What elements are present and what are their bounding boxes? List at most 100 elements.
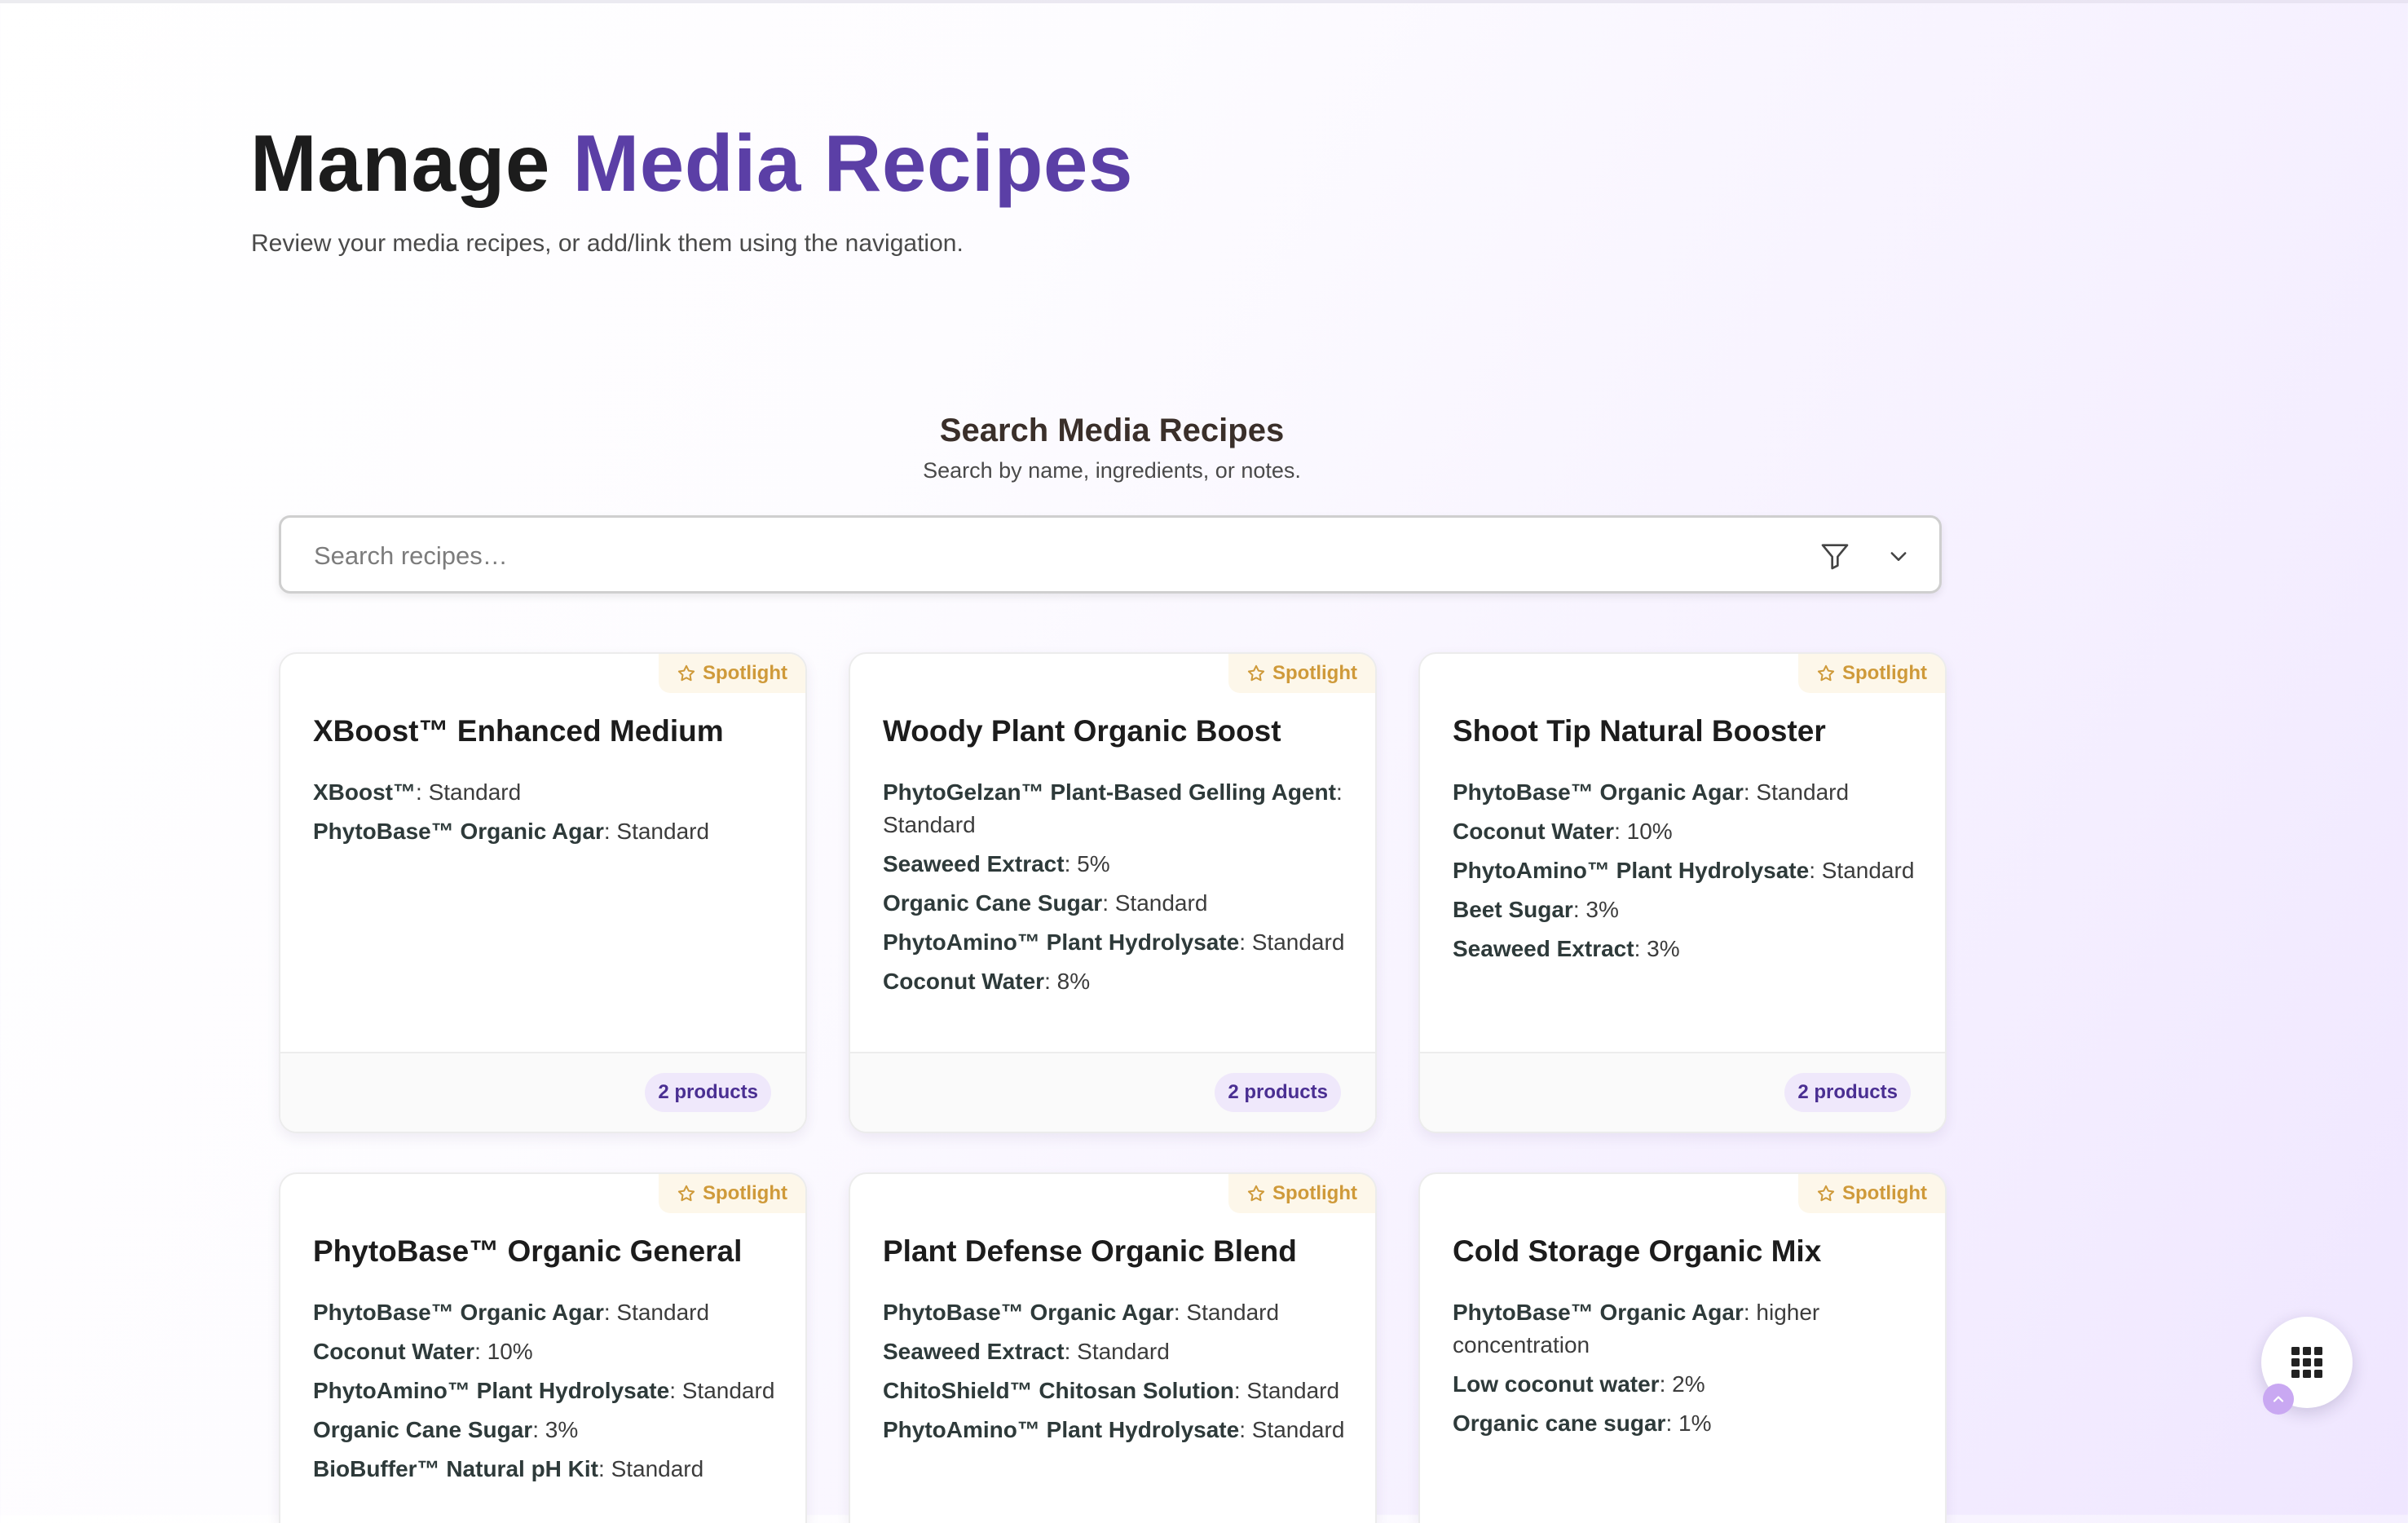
ingredient-separator: : — [1044, 969, 1057, 994]
ingredient-amount: 10% — [487, 1339, 533, 1364]
ingredient-separator: : — [1102, 890, 1115, 916]
ingredient-name: Coconut Water — [313, 1339, 475, 1364]
ingredient-amount: Standard — [1077, 1339, 1170, 1364]
spotlight-label: Spotlight — [1272, 662, 1357, 684]
ingredient-amount: Standard — [1246, 1378, 1340, 1403]
recipe-title[interactable]: Shoot Tip Natural Booster — [1453, 714, 1826, 748]
star-outline-icon — [1247, 1185, 1265, 1202]
ingredient-item: PhytoAmino™ Plant Hydrolysate: Standard — [883, 1414, 1356, 1446]
page-title-main: Manage — [250, 118, 550, 208]
ingredient-item: PhytoBase™ Organic Agar: Standard — [1453, 776, 1925, 809]
ingredient-amount: Standard — [1114, 890, 1208, 916]
ingredient-separator: : — [603, 1300, 617, 1325]
ingredient-name: PhytoBase™ Organic Agar — [313, 819, 604, 844]
recipe-title[interactable]: Woody Plant Organic Boost — [883, 714, 1281, 748]
ingredient-amount: Standard — [616, 819, 710, 844]
products-count-badge[interactable]: 2 products — [1784, 1073, 1911, 1112]
ingredient-separator: : — [1239, 929, 1252, 955]
recipe-title[interactable]: PhytoBase™ Organic General — [313, 1234, 742, 1269]
ingredient-separator: : — [1665, 1410, 1678, 1436]
ingredient-amount: Standard — [1756, 779, 1850, 805]
ingredient-item: XBoost™: Standard — [313, 776, 786, 809]
products-count-badge[interactable]: 2 products — [645, 1073, 771, 1112]
ingredient-name: Organic Cane Sugar — [313, 1417, 533, 1442]
search-input[interactable] — [312, 534, 1701, 578]
ingredient-amount: 2% — [1672, 1371, 1705, 1397]
spotlight-label: Spotlight — [1842, 662, 1927, 684]
ingredient-amount: Standard — [616, 1300, 710, 1325]
spotlight-badge: Spotlight — [1228, 1174, 1375, 1213]
ingredient-separator: : — [1064, 1339, 1078, 1364]
ingredient-amount: Standard — [681, 1378, 775, 1403]
recipe-title[interactable]: XBoost™ Enhanced Medium — [313, 714, 724, 748]
scroll-up-button[interactable] — [2263, 1384, 2294, 1415]
spotlight-label: Spotlight — [1272, 1182, 1357, 1204]
ingredient-name: Organic Cane Sugar — [883, 890, 1103, 916]
ingredient-name: PhytoGelzan™ Plant-Based Gelling Agent — [883, 779, 1336, 805]
ingredient-separator: : — [474, 1339, 487, 1364]
ingredient-separator: : — [1335, 779, 1343, 805]
recipe-card[interactable]: Spotlight Cold Storage Organic Mix PhytoBa… — [1418, 1172, 1947, 1523]
ingredient-name: PhytoAmino™ Plant Hydrolysate — [883, 929, 1240, 955]
ingredient-separator: : — [1064, 851, 1078, 876]
ingredient-name: Seaweed Extract — [1453, 936, 1634, 961]
ingredient-separator: : — [1572, 897, 1586, 922]
ingredient-separator: : — [1659, 1371, 1673, 1397]
ingredient-separator: : — [532, 1417, 545, 1442]
ingredient-item: PhytoAmino™ Plant Hydrolysate: Standard — [1453, 854, 1925, 887]
ingredient-item: PhytoBase™ Organic Agar: Standard — [313, 1296, 786, 1329]
ingredient-separator: : — [603, 819, 617, 844]
card-footer: 2 products — [280, 1052, 805, 1132]
ingredient-item: Low coconut water: 2% — [1453, 1368, 1925, 1401]
ingredient-name: Organic cane sugar — [1453, 1410, 1666, 1436]
ingredient-amount: Standard — [1251, 929, 1345, 955]
ingredient-name: XBoost™ — [313, 779, 416, 805]
spotlight-label: Spotlight — [1842, 1182, 1927, 1204]
card-footer: 2 products — [1420, 1052, 1945, 1132]
ingredient-item: Organic Cane Sugar: 3% — [313, 1414, 786, 1446]
star-outline-icon — [677, 1185, 695, 1202]
ingredient-name: PhytoAmino™ Plant Hydrolysate — [1453, 858, 1810, 883]
ingredient-item: Seaweed Extract: Standard — [883, 1335, 1356, 1368]
recipe-card[interactable]: Spotlight Plant Defense Organic Blend Phyt… — [849, 1172, 1377, 1523]
ingredient-name: PhytoBase™ Organic Agar — [313, 1300, 604, 1325]
ingredient-item: PhytoGelzan™ Plant-Based Gelling Agent: … — [883, 776, 1356, 841]
ingredient-amount: Standard — [883, 812, 976, 837]
ingredient-name: Seaweed Extract — [883, 1339, 1065, 1364]
ingredient-amount: 1% — [1678, 1410, 1712, 1436]
ingredient-item: Seaweed Extract: 3% — [1453, 933, 1925, 965]
star-outline-icon — [1247, 664, 1265, 682]
recipe-card[interactable]: Spotlight Woody Plant Organic Boost PhytoG… — [849, 652, 1377, 1133]
ingredient-separator: : — [1233, 1378, 1247, 1403]
grid-apps-icon — [2291, 1347, 2322, 1378]
recipe-title[interactable]: Cold Storage Organic Mix — [1453, 1234, 1821, 1269]
ingredient-item: Organic Cane Sugar: Standard — [883, 887, 1356, 920]
chevron-down-icon[interactable] — [1887, 545, 1910, 567]
ingredient-item: Coconut Water: 10% — [313, 1335, 786, 1368]
spotlight-badge: Spotlight — [659, 1174, 805, 1213]
ingredient-name: PhytoAmino™ Plant Hydrolysate — [883, 1417, 1240, 1442]
ingredient-name: PhytoBase™ Organic Agar — [1453, 1300, 1744, 1325]
ingredient-name: Coconut Water — [883, 969, 1045, 994]
star-outline-icon — [1817, 664, 1835, 682]
recipe-card[interactable]: Spotlight PhytoBase™ Organic General Phyto… — [279, 1172, 807, 1523]
recipe-title[interactable]: Plant Defense Organic Blend — [883, 1234, 1297, 1269]
page-title: Manage Media Recipes — [250, 114, 1133, 212]
products-count-badge[interactable]: 2 products — [1215, 1073, 1341, 1112]
ingredient-list: PhytoBase™ Organic Agar: Standard Coconut… — [1453, 776, 1925, 972]
top-divider — [0, 0, 2408, 3]
recipe-card[interactable]: Spotlight XBoost™ Enhanced Medium XBoost™:… — [279, 652, 807, 1133]
chevron-up-icon — [2273, 1396, 2284, 1402]
ingredient-separator: : — [1634, 936, 1647, 961]
recipe-card[interactable]: Spotlight Shoot Tip Natural Booster PhytoB… — [1418, 652, 1947, 1133]
ingredient-amount: Standard — [1251, 1417, 1345, 1442]
card-footer: 2 products — [850, 1052, 1375, 1132]
search-bar — [279, 515, 1942, 594]
search-section-subtitle: Search by name, ingredients, or notes. — [923, 458, 1301, 483]
ingredient-name: Seaweed Extract — [883, 851, 1065, 876]
ingredient-item: Organic cane sugar: 1% — [1453, 1407, 1925, 1440]
ingredient-list: PhytoBase™ Organic Agar: higher concentr… — [1453, 1296, 1925, 1446]
ingredient-name: Beet Sugar — [1453, 897, 1573, 922]
filter-icon[interactable] — [1819, 540, 1851, 572]
ingredient-item: Coconut Water: 10% — [1453, 815, 1925, 848]
